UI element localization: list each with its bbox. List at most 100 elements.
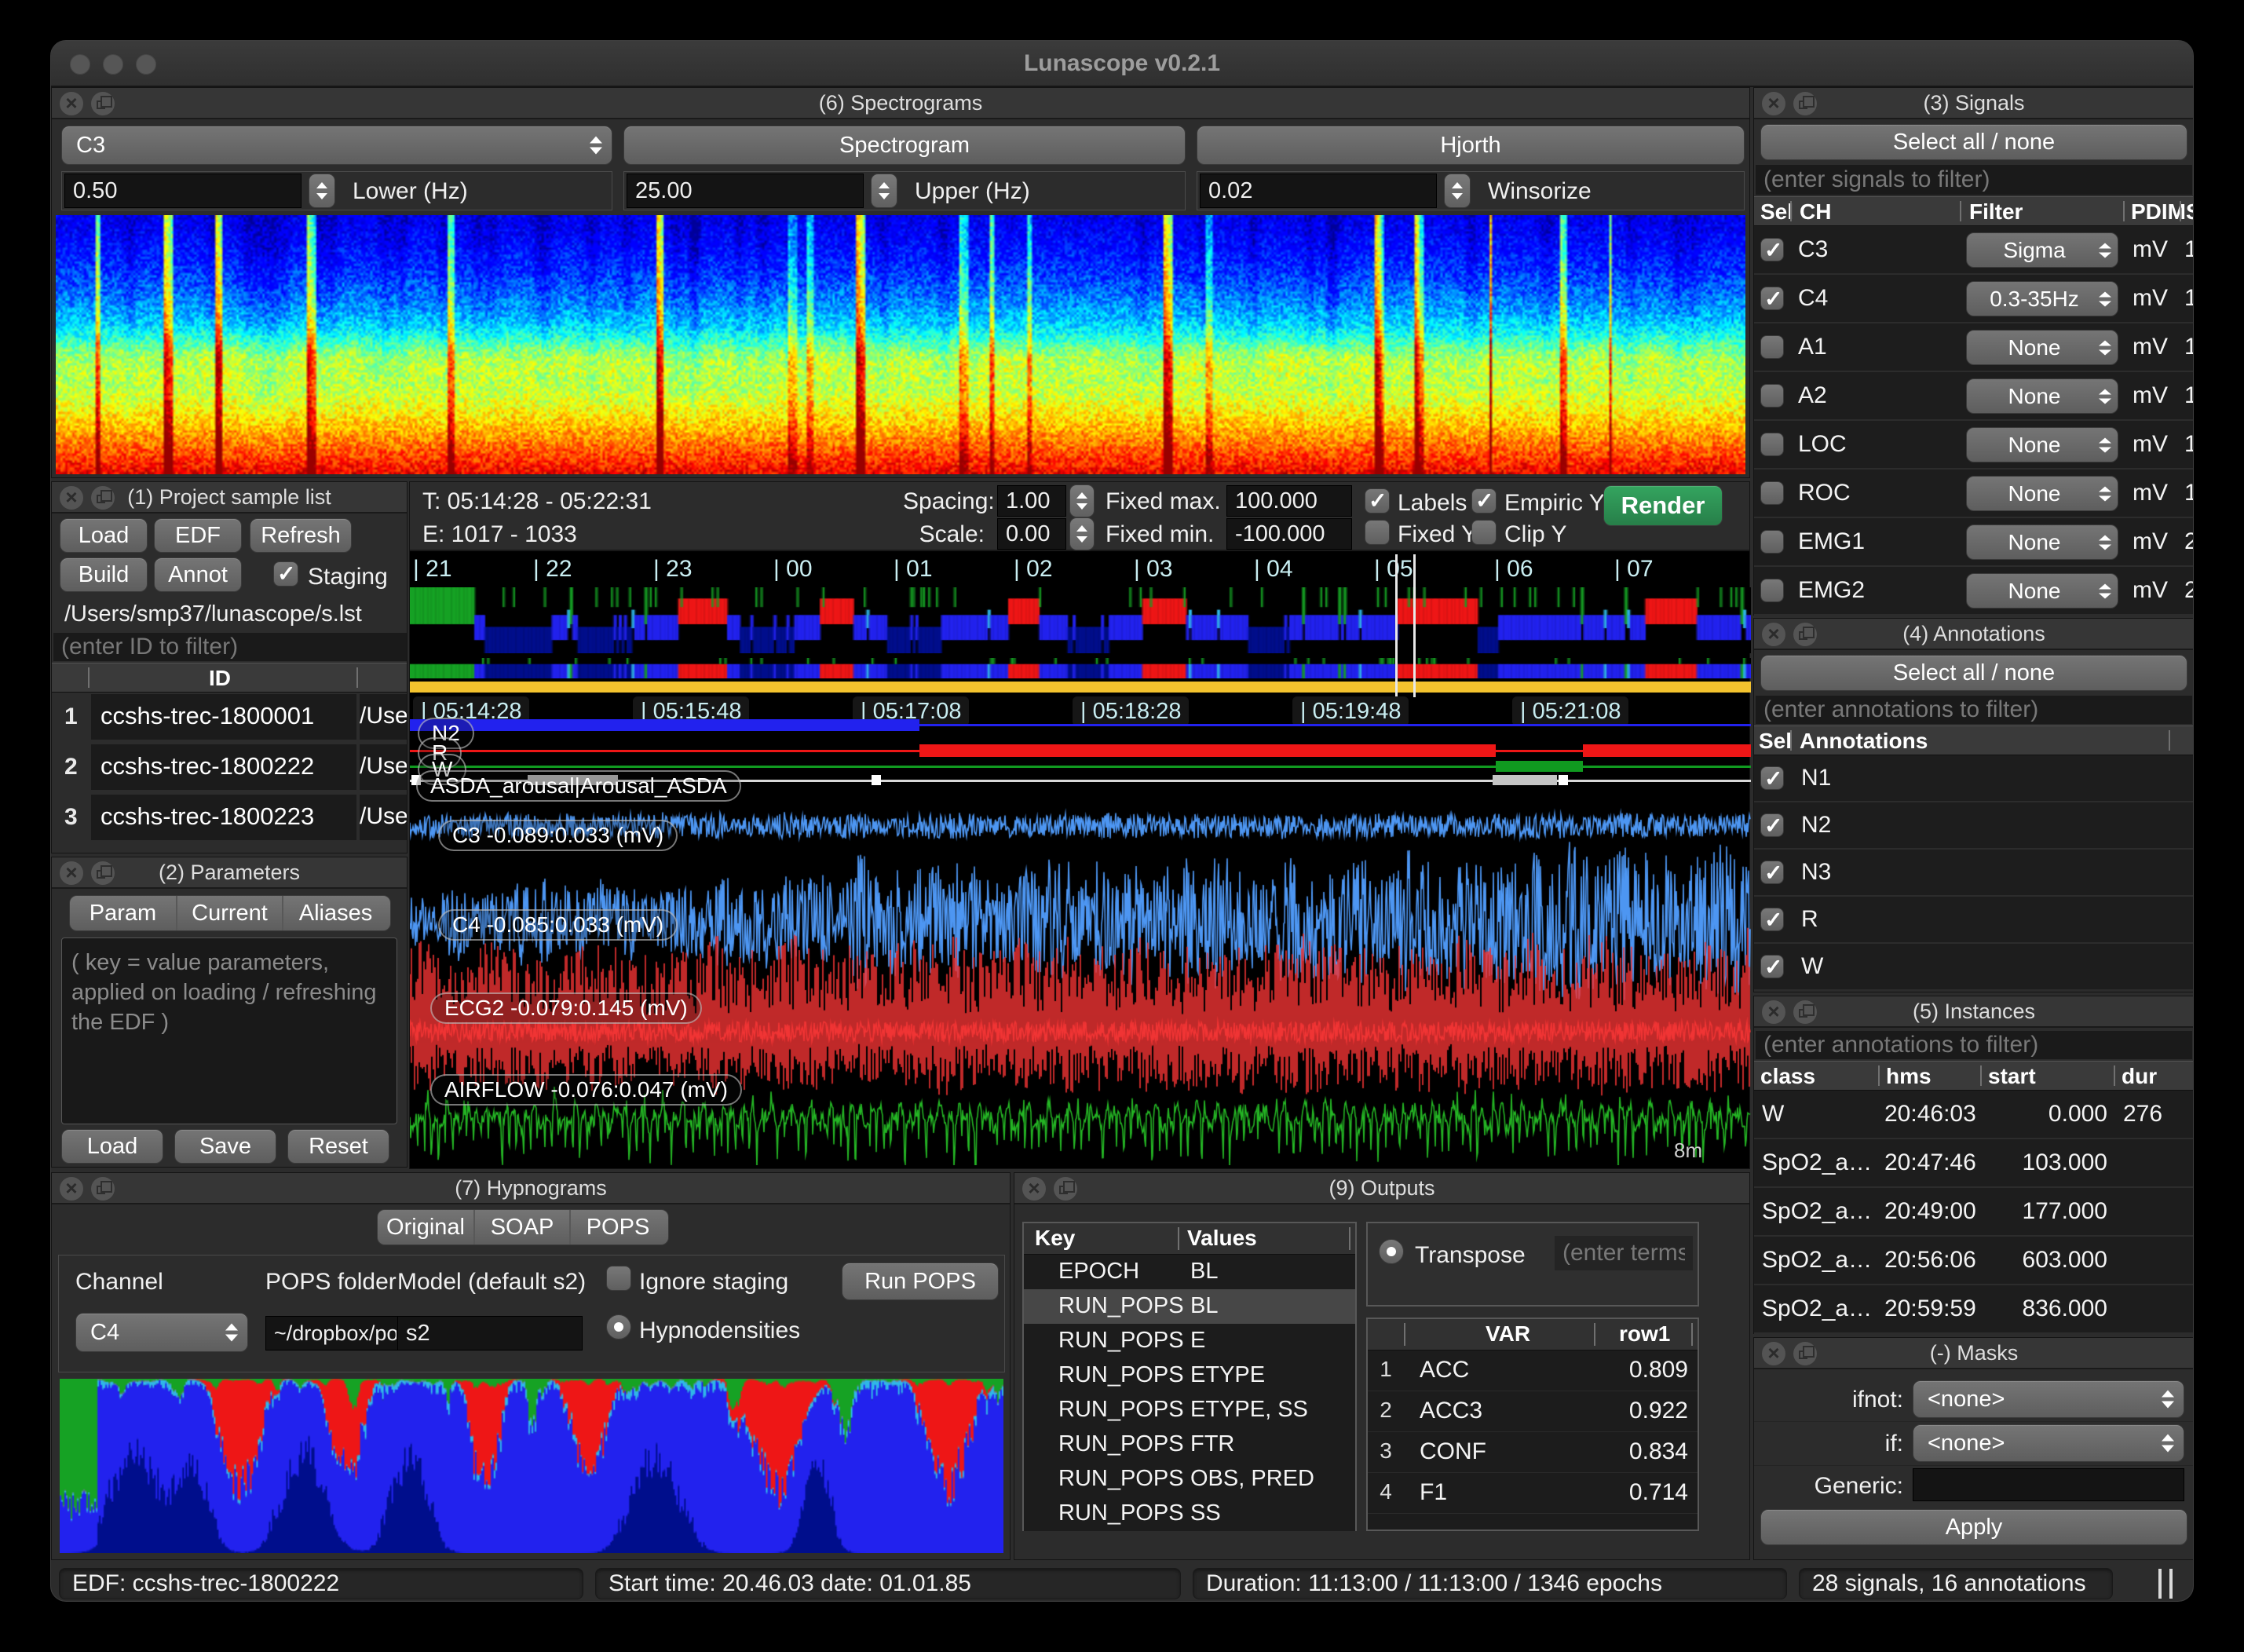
refresh-button[interactable]: Refresh bbox=[250, 518, 352, 553]
project-filter-input[interactable] bbox=[53, 633, 407, 661]
fixed-max-input[interactable] bbox=[1226, 485, 1352, 517]
output-key-row[interactable]: EPOCH BL bbox=[1024, 1255, 1355, 1289]
parameters-editor[interactable]: ( key = value parameters, applied on loa… bbox=[61, 937, 397, 1124]
transpose-radio[interactable] bbox=[1379, 1239, 1404, 1264]
window-cursor-right[interactable] bbox=[1413, 554, 1416, 697]
float-panel-icon[interactable] bbox=[1793, 1342, 1817, 1365]
signal-checkbox[interactable] bbox=[1760, 384, 1784, 408]
float-panel-icon[interactable] bbox=[91, 861, 115, 885]
outputs-filter-input[interactable] bbox=[1555, 1236, 1693, 1270]
float-panel-icon[interactable] bbox=[91, 486, 115, 510]
annotation-row[interactable]: W bbox=[1754, 944, 2194, 991]
fixed-y-checkbox[interactable] bbox=[1365, 520, 1390, 545]
signal-filter-select[interactable]: 0.3-35Hz bbox=[1966, 281, 2118, 316]
render-button[interactable]: Render bbox=[1603, 485, 1723, 526]
annotation-row[interactable]: N2 bbox=[1754, 802, 2194, 850]
parameters-tab[interactable]: Param bbox=[70, 896, 176, 930]
output-var-row[interactable]: 3 CONF 0.834 bbox=[1368, 1432, 1698, 1473]
signal-filter-select[interactable]: None bbox=[1966, 524, 2118, 560]
output-key-row[interactable]: RUN_POPS OBS, PRED bbox=[1024, 1462, 1355, 1497]
project-row[interactable]: 3 ccshs-trec-1800223 /Users/sm bbox=[52, 793, 407, 843]
model-input[interactable] bbox=[397, 1316, 583, 1350]
lower-hz-input[interactable] bbox=[64, 174, 302, 208]
hypnogram-band[interactable] bbox=[410, 587, 1751, 653]
signal-row[interactable]: EMG1 None mV 2 bbox=[1754, 518, 2194, 567]
spectrogram-plot[interactable] bbox=[56, 215, 1745, 474]
output-key-row[interactable]: RUN_POPS ETYPE, SS bbox=[1024, 1393, 1355, 1427]
params-load-button[interactable]: Load bbox=[61, 1129, 163, 1164]
fixed-min-input[interactable] bbox=[1226, 518, 1352, 550]
scale-input[interactable] bbox=[997, 518, 1066, 550]
params-save-button[interactable]: Save bbox=[174, 1129, 276, 1164]
signal-row[interactable]: C3 Sigma mV 1 bbox=[1754, 226, 2194, 275]
winsorize-input[interactable] bbox=[1200, 174, 1437, 208]
resize-grip[interactable] bbox=[2158, 1569, 2162, 1599]
close-panel-icon[interactable]: × bbox=[60, 1177, 83, 1201]
instance-row[interactable]: SpO2_artifa... 20:47:46 103.000 bbox=[1754, 1139, 2194, 1188]
annotation-row[interactable]: R bbox=[1754, 897, 2194, 944]
annotation-row[interactable]: N3 bbox=[1754, 850, 2194, 897]
run-pops-button[interactable]: Run POPS bbox=[842, 1263, 999, 1300]
hypnograms-tab[interactable]: Original bbox=[378, 1210, 473, 1244]
annotation-checkbox[interactable] bbox=[1760, 813, 1784, 837]
spacing-input[interactable] bbox=[997, 485, 1066, 517]
signal-filter-select[interactable]: None bbox=[1966, 476, 2118, 511]
params-reset-button[interactable]: Reset bbox=[287, 1129, 389, 1164]
close-panel-icon[interactable]: × bbox=[1762, 623, 1785, 646]
hypnograms-tab[interactable]: POPS bbox=[569, 1210, 665, 1244]
labels-checkbox[interactable] bbox=[1365, 488, 1390, 514]
output-key-row[interactable]: RUN_POPS BL bbox=[1024, 1289, 1355, 1324]
build-button[interactable]: Build bbox=[60, 557, 148, 592]
signal-checkbox[interactable] bbox=[1760, 287, 1784, 310]
ignore-staging-checkbox[interactable] bbox=[606, 1266, 631, 1291]
signal-filter-select[interactable]: None bbox=[1966, 378, 2118, 414]
signal-row[interactable]: EMG2 None mV 2 bbox=[1754, 567, 2194, 616]
annotation-checkbox[interactable] bbox=[1760, 766, 1784, 790]
output-var-row[interactable]: 2 ACC3 0.922 bbox=[1368, 1391, 1698, 1432]
signal-row[interactable]: C4 0.3-35Hz mV 1 bbox=[1754, 275, 2194, 323]
selection-bar[interactable] bbox=[410, 682, 1751, 693]
ifnot-select[interactable]: <none> bbox=[1913, 1380, 2184, 1418]
spectrogram-channel-select[interactable]: C3 bbox=[61, 126, 612, 165]
annotation-row[interactable]: N1 bbox=[1754, 755, 2194, 802]
parameters-tab[interactable]: Aliases bbox=[282, 896, 388, 930]
annotation-checkbox[interactable] bbox=[1760, 955, 1784, 978]
hypnogram-mini-band[interactable] bbox=[410, 658, 1751, 678]
signal-row[interactable]: A2 None mV 1 bbox=[1754, 372, 2194, 421]
empiric-y-checkbox[interactable] bbox=[1471, 488, 1497, 514]
instance-row[interactable]: SpO2_artifa... 20:59:59 836.000 bbox=[1754, 1285, 2194, 1334]
parameters-tab[interactable]: Current bbox=[176, 896, 282, 930]
spacing-stepper[interactable] bbox=[1069, 484, 1095, 517]
float-panel-icon[interactable] bbox=[1793, 1000, 1817, 1024]
hjorth-mode-button[interactable]: Hjorth bbox=[1197, 126, 1745, 165]
signal-filter-select[interactable]: Sigma bbox=[1966, 232, 2118, 268]
project-row[interactable]: 1 ccshs-trec-1800001 /Users/sm bbox=[52, 693, 407, 743]
pops-folder-input[interactable] bbox=[265, 1316, 405, 1350]
instance-row[interactable]: SpO2_artifa... 20:56:06 603.000 bbox=[1754, 1237, 2194, 1285]
hypnodensity-plot[interactable] bbox=[60, 1379, 1003, 1553]
winsorize-stepper[interactable] bbox=[1444, 174, 1471, 208]
project-row[interactable]: 2 ccshs-trec-1800222 /Users/sm bbox=[52, 743, 407, 793]
signal-filter-select[interactable]: None bbox=[1966, 427, 2118, 462]
upper-hz-input[interactable] bbox=[627, 174, 864, 208]
signal-checkbox[interactable] bbox=[1760, 238, 1784, 261]
hypnodensities-radio[interactable] bbox=[606, 1314, 631, 1340]
close-panel-icon[interactable]: × bbox=[60, 861, 83, 885]
close-panel-icon[interactable]: × bbox=[1022, 1177, 1046, 1201]
minimize-window-button[interactable] bbox=[103, 54, 123, 75]
load-button[interactable]: Load bbox=[60, 518, 148, 553]
output-key-row[interactable]: RUN_POPS FTR bbox=[1024, 1427, 1355, 1462]
scale-stepper[interactable] bbox=[1069, 517, 1095, 550]
close-panel-icon[interactable]: × bbox=[60, 92, 83, 115]
hypnograms-tab[interactable]: SOAP bbox=[473, 1210, 569, 1244]
instance-row[interactable]: SpO2_artifa... 20:49:00 177.000 bbox=[1754, 1188, 2194, 1237]
annotation-checkbox[interactable] bbox=[1760, 861, 1784, 884]
signal-row[interactable]: LOC None mV 1 bbox=[1754, 421, 2194, 470]
annotations-select-all-button[interactable]: Select all / none bbox=[1760, 655, 2187, 691]
resize-grip[interactable] bbox=[2169, 1569, 2173, 1599]
float-panel-icon[interactable] bbox=[1054, 1177, 1077, 1201]
generic-input[interactable] bbox=[1913, 1468, 2184, 1501]
signal-filter-select[interactable]: None bbox=[1966, 330, 2118, 365]
output-key-row[interactable]: RUN_POPS E bbox=[1024, 1324, 1355, 1358]
close-panel-icon[interactable]: × bbox=[1762, 92, 1785, 115]
